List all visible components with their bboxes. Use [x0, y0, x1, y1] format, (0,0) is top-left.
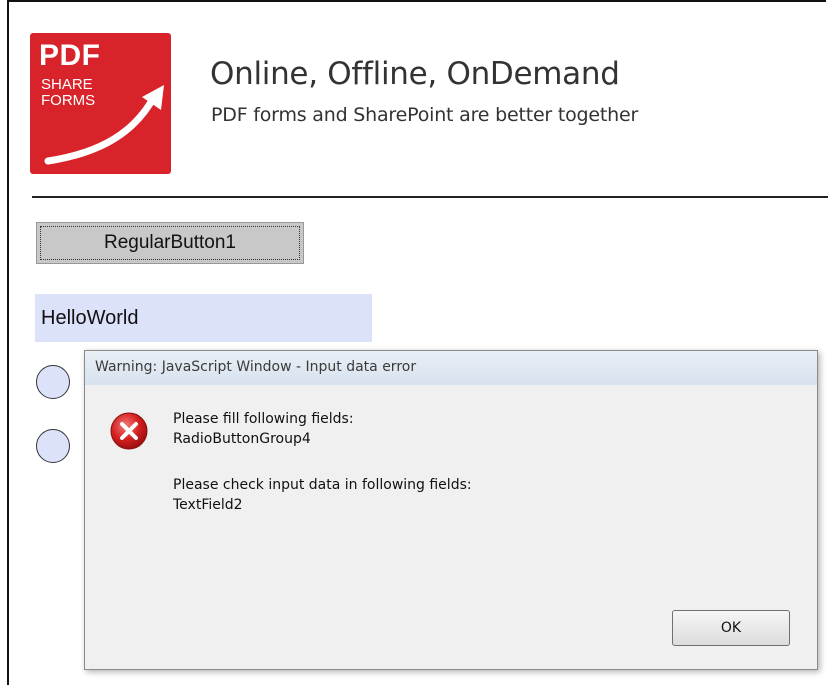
ok-button[interactable]: OK [672, 610, 790, 646]
dialog-body: Please fill following fields: RadioButto… [85, 385, 817, 669]
page-title: Online, Offline, OnDemand [210, 56, 620, 92]
message-check-header: Please check input data in following fie… [173, 477, 472, 493]
message-fill-header: Please fill following fields: [173, 411, 354, 427]
message-fill-field: RadioButtonGroup4 [173, 431, 311, 447]
logo-text-share: SHARE [41, 76, 93, 93]
header-divider [32, 196, 828, 198]
warning-dialog: Warning: JavaScript Window - Input data … [84, 350, 818, 670]
logo-text-pdf: PDF [39, 39, 101, 72]
page-subtitle: PDF forms and SharePoint are better toge… [211, 104, 639, 126]
logo-text-forms: FORMS [41, 92, 96, 109]
radio-option-1[interactable] [36, 365, 70, 399]
radio-option-2[interactable] [36, 429, 70, 463]
dialog-title: Warning: JavaScript Window - Input data … [95, 359, 417, 375]
error-icon [110, 412, 148, 450]
message-check-field: TextField2 [173, 497, 243, 513]
regular-button-label: RegularButton1 [103, 232, 237, 253]
ok-button-label: OK [720, 620, 742, 636]
text-field[interactable]: HelloWorld [35, 294, 372, 342]
dialog-titlebar[interactable]: Warning: JavaScript Window - Input data … [85, 351, 817, 386]
regular-button-1[interactable]: RegularButton1 [36, 222, 304, 264]
text-field-value: HelloWorld [41, 306, 139, 329]
pdf-share-forms-logo: PDF SHARE FORMS [30, 33, 171, 174]
